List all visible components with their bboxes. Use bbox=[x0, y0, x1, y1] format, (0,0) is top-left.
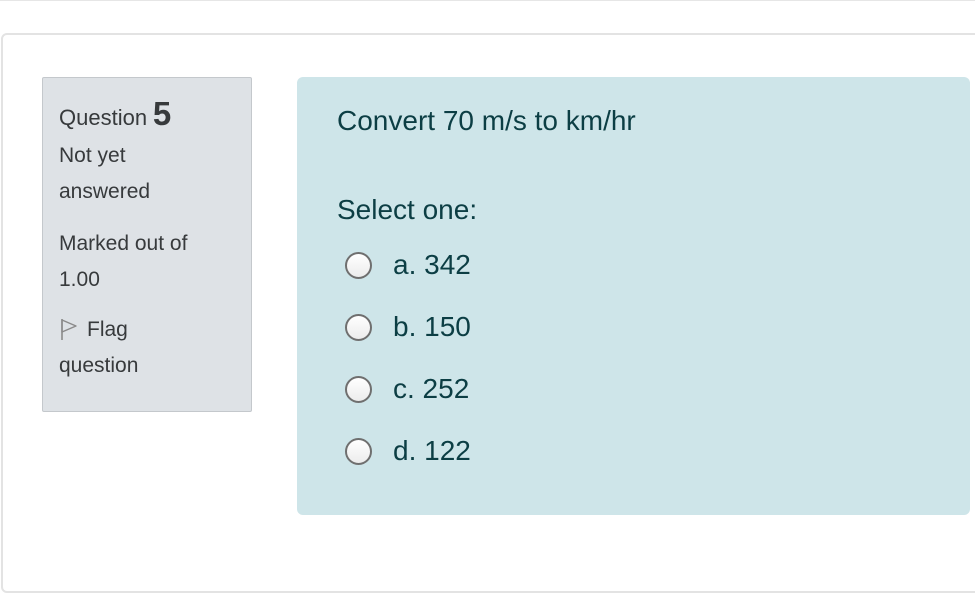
select-one-prompt: Select one: bbox=[337, 194, 478, 225]
question-number: 5 bbox=[152, 95, 172, 132]
flag-label-line2[interactable]: question bbox=[59, 348, 235, 384]
top-divider bbox=[0, 0, 975, 1]
question-info-panel: Question 5 Not yet answered Marked out o… bbox=[42, 77, 252, 412]
radio-button-d[interactable] bbox=[345, 437, 372, 465]
answer-option-label[interactable]: a. 342 bbox=[393, 249, 471, 281]
radio-button-a[interactable] bbox=[345, 251, 372, 279]
question-text: Convert 70 m/s to km/hr bbox=[337, 105, 636, 136]
answer-option-a[interactable]: a. 342 bbox=[345, 247, 471, 283]
answer-option-c[interactable]: c. 252 bbox=[345, 371, 469, 407]
flag-question-link[interactable]: Flag question bbox=[59, 312, 235, 384]
flag-outline-icon[interactable] bbox=[59, 317, 79, 341]
radio-button-b[interactable] bbox=[345, 313, 372, 341]
question-number-heading: Question 5 bbox=[59, 92, 235, 136]
question-grade-line1: Marked out of bbox=[59, 232, 188, 255]
question-grade-line2: 1.00 bbox=[59, 268, 100, 291]
answer-option-b[interactable]: b. 150 bbox=[345, 309, 471, 345]
question-content-panel: Convert 70 m/s to km/hr Select one: a. 3… bbox=[297, 77, 970, 515]
question-state-line2: answered bbox=[59, 180, 151, 203]
question-grade: Marked out of 1.00 bbox=[59, 226, 235, 298]
question-state-line1: Not yet bbox=[59, 144, 126, 167]
question-label: Question bbox=[59, 105, 148, 130]
answer-option-label[interactable]: c. 252 bbox=[393, 373, 469, 405]
answer-option-d[interactable]: d. 122 bbox=[345, 433, 471, 469]
answer-option-label[interactable]: b. 150 bbox=[393, 311, 471, 343]
answer-option-label[interactable]: d. 122 bbox=[393, 435, 471, 467]
flag-label-line1[interactable]: Flag bbox=[87, 318, 128, 341]
radio-button-c[interactable] bbox=[345, 375, 372, 403]
question-state: Not yet answered bbox=[59, 138, 235, 210]
